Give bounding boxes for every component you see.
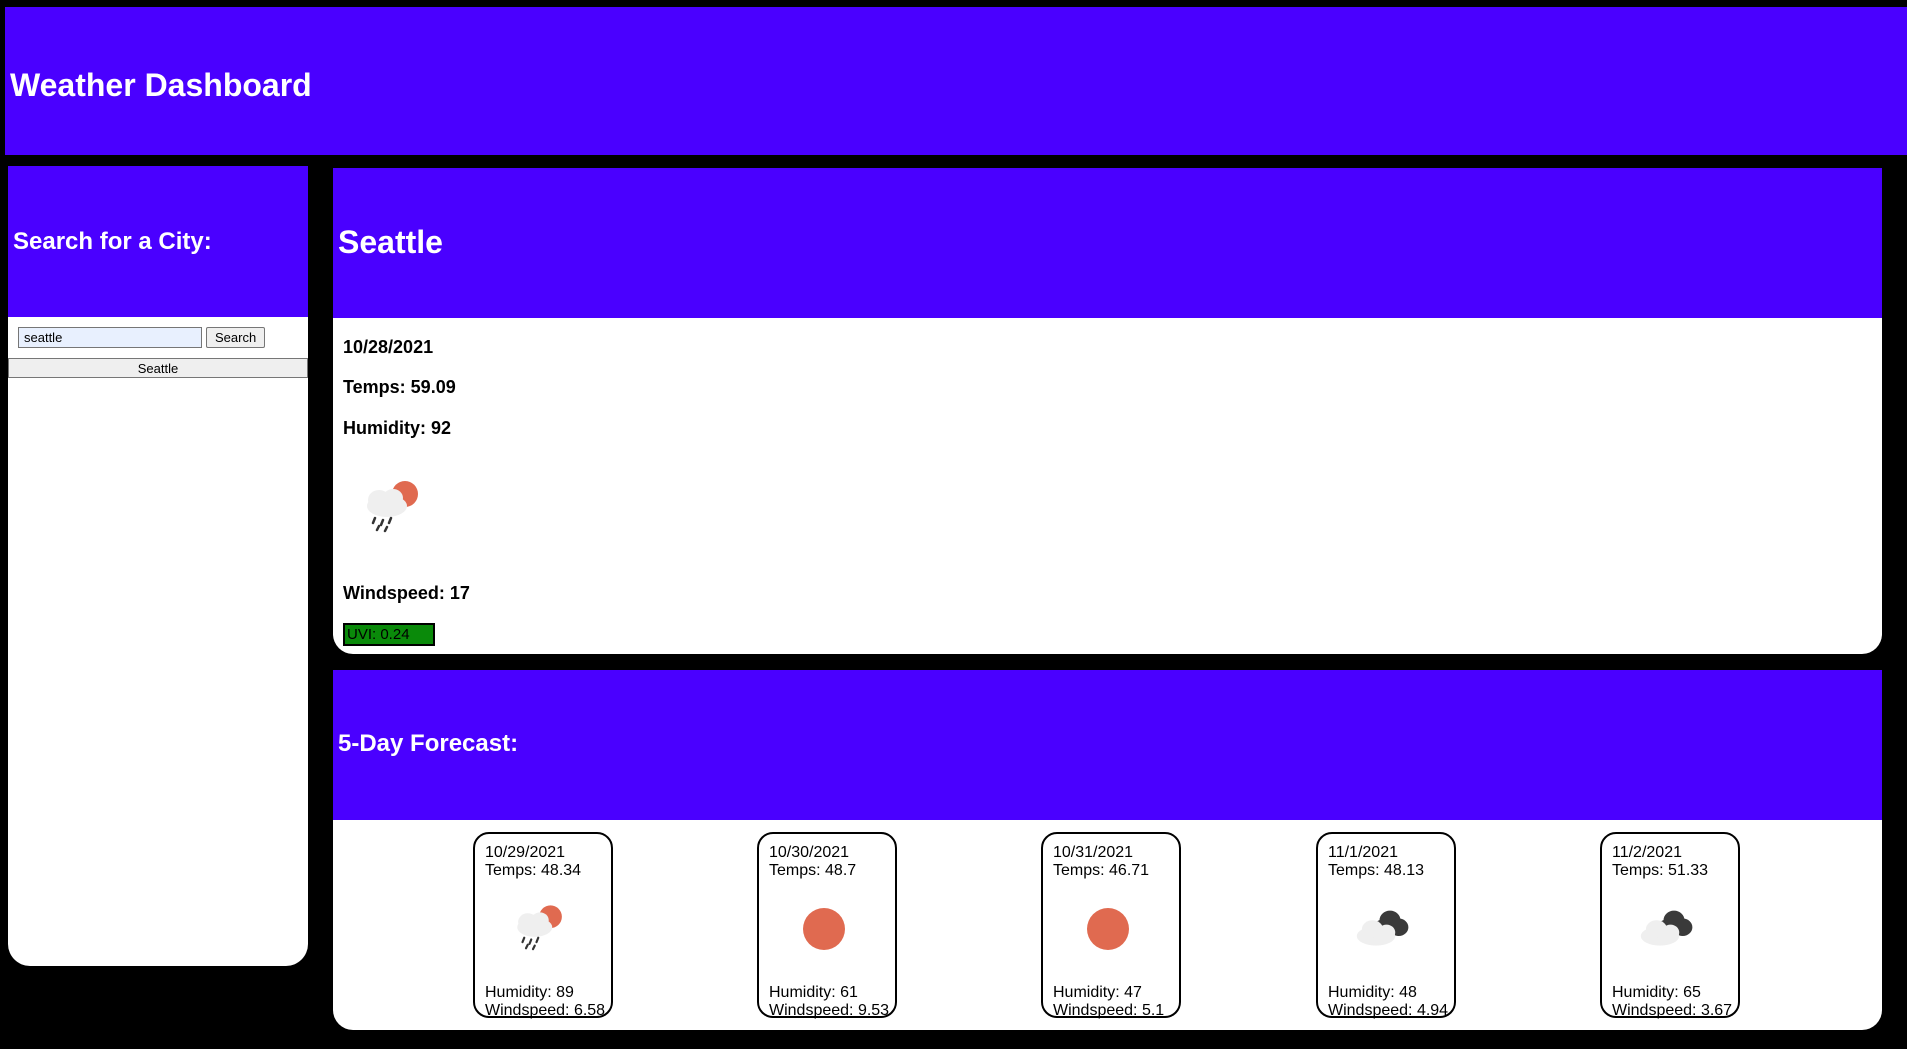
current-city-name: Seattle <box>338 224 443 260</box>
forecast-date: 11/2/2021 <box>1612 844 1682 861</box>
forecast-card: 10/29/2021 Temps: 48.34 Humidity: 89 Win… <box>473 832 613 1019</box>
forecast-card: 10/30/2021 Temps: 48.7 Humidity: 61 Wind… <box>757 832 897 1019</box>
current-date: 10/28/2021 <box>343 337 434 357</box>
history-button-seattle[interactable]: Seattle <box>8 358 308 378</box>
forecast-humidity: Humidity: 47 <box>1053 984 1142 1001</box>
forecast-date: 11/1/2021 <box>1328 844 1398 861</box>
broken-clouds-icon <box>1640 910 1693 946</box>
sun-icon <box>803 908 845 950</box>
uvi-badge: UVI: 0.24 <box>343 623 435 646</box>
search-sidebar: Search for a City: Search Seattle <box>8 166 308 966</box>
forecast-humidity: Humidity: 65 <box>1612 984 1701 1001</box>
forecast-humidity: Humidity: 89 <box>485 984 574 1001</box>
forecast-heading: 5-Day Forecast: <box>338 730 519 757</box>
forecast-date: 10/30/2021 <box>769 844 850 861</box>
forecast-card: 10/31/2021 Temps: 46.71 Humidity: 47 Win… <box>1041 832 1181 1019</box>
forecast-temps: Temps: 48.34 <box>485 862 582 879</box>
forecast-windspeed: Windspeed: 3.67 <box>1612 1002 1733 1019</box>
forecast-windspeed: Windspeed: 4.94 <box>1328 1002 1449 1019</box>
broken-clouds-icon <box>1356 910 1409 946</box>
page-title: Weather Dashboard <box>10 67 312 103</box>
search-heading-bar: Search for a City: <box>8 166 308 317</box>
current-humidity: Humidity: 92 <box>343 418 452 438</box>
forecast-humidity: Humidity: 48 <box>1328 984 1417 1001</box>
current-city-bar: Seattle <box>333 168 1882 318</box>
search-button[interactable]: Search <box>206 327 266 348</box>
forecast-temps: Temps: 46.71 <box>1053 862 1150 879</box>
rain-sun-icon <box>517 905 562 951</box>
forecast-temps: Temps: 48.13 <box>1328 862 1425 879</box>
page-header: Weather Dashboard <box>5 7 1907 155</box>
search-row: Search <box>18 327 266 348</box>
search-heading: Search for a City: <box>13 228 212 255</box>
forecast-heading-bar: 5-Day Forecast: <box>333 670 1882 820</box>
forecast-card: 11/1/2021 Temps: 48.13 Humidity: 48 Wind… <box>1316 832 1456 1019</box>
current-windspeed: Windspeed: 17 <box>343 583 470 603</box>
forecast-windspeed: Windspeed: 5.1 <box>1053 1002 1165 1019</box>
forecast-panel: 5-Day Forecast: 10/29/2021 Temps: 48.34 … <box>333 670 1882 1030</box>
current-temps: Temps: 59.09 <box>343 377 456 397</box>
forecast-temps: Temps: 51.33 <box>1612 862 1709 879</box>
city-search-input[interactable] <box>18 327 202 348</box>
sun-icon <box>1087 908 1129 950</box>
forecast-date: 10/29/2021 <box>485 844 566 861</box>
forecast-humidity: Humidity: 61 <box>769 984 858 1001</box>
forecast-card: 11/2/2021 Temps: 51.33 Humidity: 65 Wind… <box>1600 832 1740 1019</box>
forecast-windspeed: Windspeed: 6.58 <box>485 1002 606 1019</box>
current-weather-panel: Seattle 10/28/2021 Temps: 59.09 Humidity… <box>333 168 1882 654</box>
forecast-windspeed: Windspeed: 9.53 <box>769 1002 890 1019</box>
forecast-date: 10/31/2021 <box>1053 844 1134 861</box>
rain-sun-icon <box>367 481 418 533</box>
forecast-temps: Temps: 48.7 <box>769 862 857 879</box>
